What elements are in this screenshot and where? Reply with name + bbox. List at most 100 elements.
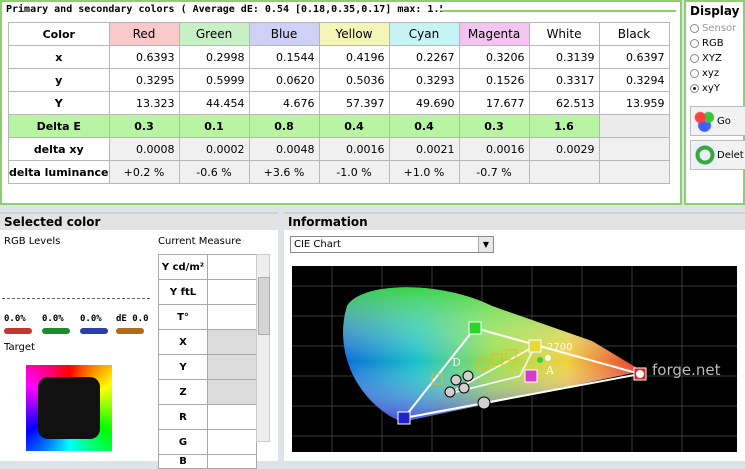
de-level-bar <box>116 328 144 334</box>
table-cell[interactable] <box>598 114 670 138</box>
table-cell[interactable]: 4.676 <box>248 91 320 115</box>
information-panel: Information CIE Chart ▼ A D 2700 forge.n… <box>284 212 745 461</box>
radio-circle <box>690 54 699 63</box>
table-cell[interactable]: 49.690 <box>388 91 460 115</box>
blue-level-bar <box>80 328 108 334</box>
table-cell[interactable]: 0.2267 <box>388 45 460 69</box>
table-cell[interactable]: 0.4196 <box>318 45 390 69</box>
table-cell[interactable]: 0.1544 <box>248 45 320 69</box>
measure-label: Y ftL <box>158 279 208 305</box>
chevron-down-icon[interactable]: ▼ <box>478 237 493 252</box>
table-cell[interactable]: 0.0016 <box>318 137 390 161</box>
table-cell[interactable]: -0.7 % <box>458 160 530 184</box>
table-cell[interactable]: 0.5999 <box>178 68 250 92</box>
radio-label: xyz <box>702 68 720 79</box>
go-button[interactable]: Go <box>690 106 745 136</box>
rgb-levels-label: RGB Levels <box>4 236 61 247</box>
column-header-cyan[interactable]: Cyan <box>388 22 460 46</box>
selected-color-title: Selected color <box>4 215 101 229</box>
measure-row: Y <box>158 354 257 380</box>
table-cell[interactable] <box>528 160 600 184</box>
table-cell[interactable]: 0.0021 <box>388 137 460 161</box>
table-cell[interactable]: 0.6393 <box>108 45 180 69</box>
table-cell[interactable]: 0.3 <box>108 114 180 138</box>
table-cell[interactable]: 0.0016 <box>458 137 530 161</box>
column-header-magenta[interactable]: Magenta <box>458 22 530 46</box>
cie-chart: A D 2700 forge.net <box>292 266 737 452</box>
table-cell[interactable]: 0.6397 <box>598 45 670 69</box>
table-cell[interactable]: 0.0029 <box>528 137 600 161</box>
column-header-red[interactable]: Red <box>108 22 180 46</box>
radio-label: Sensor <box>702 23 737 34</box>
cie-chart-svg: A D 2700 forge.net <box>292 266 737 452</box>
table-row-delta-luminance: delta luminance +0.2 % -0.6 % +3.6 % -1.… <box>8 160 670 184</box>
row-label: Y <box>8 91 110 115</box>
measure-value <box>207 304 257 330</box>
table-cell[interactable]: 0.3295 <box>108 68 180 92</box>
measure-label: Y <box>158 354 208 380</box>
delete-button[interactable]: Delet <box>690 140 745 170</box>
table-cell[interactable]: 0.0620 <box>248 68 320 92</box>
table-row-luminance: Y 13.323 44.454 4.676 57.397 49.690 17.6… <box>8 91 670 115</box>
radio-xyz-upper[interactable]: XYZ <box>690 52 722 65</box>
table-cell[interactable]: 0.8 <box>248 114 320 138</box>
display-panel: Display Sensor RGB XYZ xyz xyY Go Delet <box>684 0 745 205</box>
column-header-green[interactable]: Green <box>178 22 250 46</box>
table-cell[interactable]: 1.6 <box>528 114 600 138</box>
red-level-bar <box>4 328 32 334</box>
measure-scrollbar[interactable] <box>256 254 270 442</box>
table-cell[interactable]: 0.0048 <box>248 137 320 161</box>
go-label: Go <box>717 115 731 127</box>
table-cell[interactable]: 0.1526 <box>458 68 530 92</box>
letter-d: D <box>452 356 461 369</box>
table-cell[interactable] <box>598 137 670 161</box>
radio-sensor[interactable]: Sensor <box>690 22 736 35</box>
table-cell[interactable]: 0.3206 <box>458 45 530 69</box>
measure-value <box>207 379 257 405</box>
table-cell[interactable]: 0.3 <box>458 114 530 138</box>
table-cell[interactable]: 13.323 <box>108 91 180 115</box>
table-cell[interactable]: 0.1 <box>178 114 250 138</box>
column-header-blue[interactable]: Blue <box>248 22 320 46</box>
table-cell[interactable]: 0.3294 <box>598 68 670 92</box>
column-header-black[interactable]: Black <box>598 22 670 46</box>
table-row-x: x 0.6393 0.2998 0.1544 0.4196 0.2267 0.3… <box>8 45 670 69</box>
measure-value <box>207 279 257 305</box>
table-cell[interactable]: 62.513 <box>528 91 600 115</box>
column-header-yellow[interactable]: Yellow <box>318 22 390 46</box>
radio-rgb[interactable]: RGB <box>690 37 724 50</box>
measure-value <box>207 329 257 355</box>
watermark: forge.net <box>652 361 721 379</box>
table-cell[interactable] <box>598 160 670 184</box>
column-header-white[interactable]: White <box>528 22 600 46</box>
radio-xyy[interactable]: xyY <box>690 82 720 95</box>
table-cell[interactable]: 57.397 <box>318 91 390 115</box>
table-cell[interactable]: +0.2 % <box>108 160 180 184</box>
table-cell[interactable]: -1.0 % <box>318 160 390 184</box>
table-cell[interactable]: 17.677 <box>458 91 530 115</box>
table-cell[interactable]: 0.5036 <box>318 68 390 92</box>
radio-xyz-lower[interactable]: xyz <box>690 67 719 80</box>
measure-value <box>207 454 257 469</box>
table-cell[interactable]: 0.4 <box>318 114 390 138</box>
table-cell[interactable]: 0.2998 <box>178 45 250 69</box>
table-cell[interactable]: 44.454 <box>178 91 250 115</box>
scrollbar-thumb[interactable] <box>258 277 270 335</box>
table-cell[interactable]: +1.0 % <box>388 160 460 184</box>
table-cell[interactable]: 0.3293 <box>388 68 460 92</box>
table-cell[interactable]: 0.0008 <box>108 137 180 161</box>
table-cell[interactable]: 0.3139 <box>528 45 600 69</box>
radio-circle-selected <box>690 84 699 93</box>
color-balls-icon <box>693 109 717 133</box>
measure-value <box>207 404 257 430</box>
table-cell[interactable]: 0.0002 <box>178 137 250 161</box>
table-row-y: y 0.3295 0.5999 0.0620 0.5036 0.3293 0.1… <box>8 68 670 92</box>
table-cell[interactable]: -0.6 % <box>178 160 250 184</box>
panel-title: Primary and secondary colors ( Average d… <box>6 4 442 15</box>
chart-type-select[interactable]: CIE Chart ▼ <box>290 236 494 253</box>
table-cell[interactable]: +3.6 % <box>248 160 320 184</box>
table-cell[interactable]: 0.4 <box>388 114 460 138</box>
measure-label: B <box>158 454 208 469</box>
table-cell[interactable]: 0.3317 <box>528 68 600 92</box>
table-cell[interactable]: 13.959 <box>598 91 670 115</box>
